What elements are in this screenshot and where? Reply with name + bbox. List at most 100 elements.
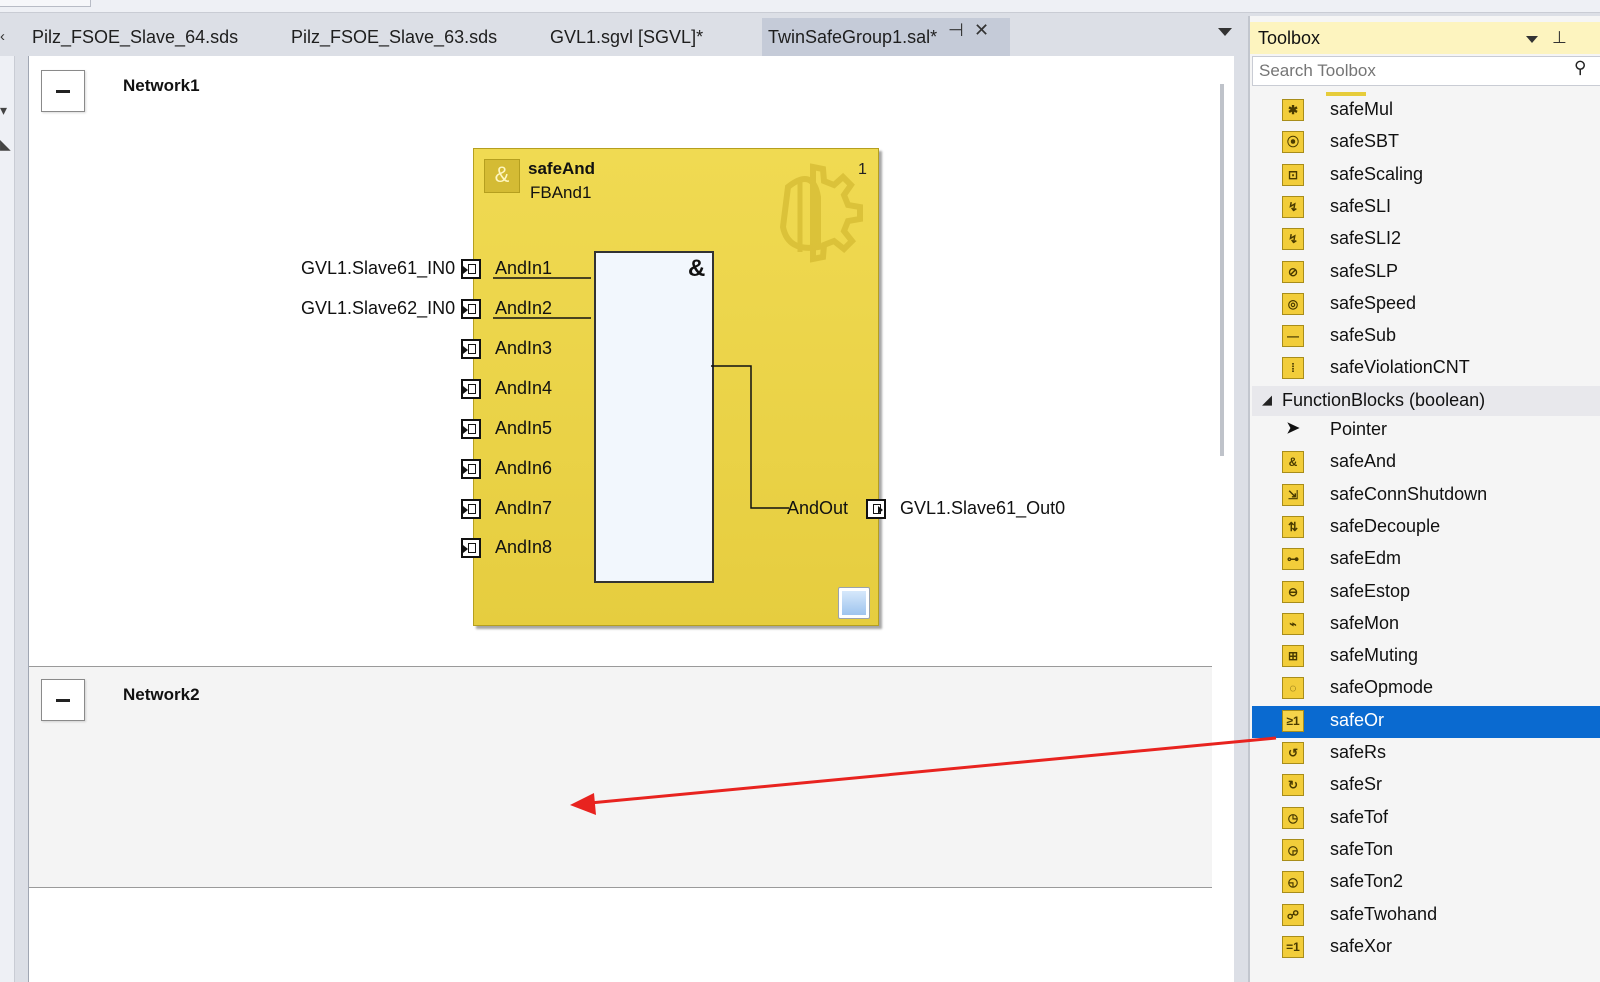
- toolbox-item-safesli[interactable]: ↯ safeSLI: [1252, 192, 1600, 224]
- block-type-name: safeAnd: [528, 159, 596, 178]
- toolbox-item-label: safeScaling: [1330, 163, 1424, 184]
- group-label: FunctionBlocks (boolean): [1282, 390, 1486, 410]
- pin-label-andin4: AndIn4: [495, 378, 553, 398]
- toolbox-item-safeand[interactable]: & safeAnd: [1252, 447, 1600, 479]
- toolbox-item-safesbt[interactable]: ⦿ safeSBT: [1252, 127, 1600, 159]
- muting-icon: ⊞: [1282, 645, 1304, 668]
- conn-shutdown-icon: ⇲: [1282, 483, 1304, 506]
- rs-flipflop-icon: ↺: [1282, 742, 1304, 764]
- pin-label-andin7: AndIn7: [495, 498, 553, 518]
- editor-vertical-scrollbar[interactable]: [1212, 56, 1234, 982]
- output-pin-icon[interactable]: [866, 499, 886, 519]
- toolbox-item-pointer[interactable]: ➤ Pointer: [1252, 415, 1600, 447]
- left-collapse-icon[interactable]: ◣: [0, 136, 11, 153]
- toolbox-item-safeconnshutdown[interactable]: ⇲ safeConnShutdown: [1252, 480, 1600, 512]
- toolbox-item-safescaling[interactable]: ⊡ safeScaling: [1252, 160, 1600, 192]
- toolbox-item-safesr[interactable]: ↻ safeSr: [1252, 770, 1600, 802]
- block-instance-name[interactable]: FBAnd1: [530, 183, 591, 203]
- toolbox-item-label: safeTwohand: [1330, 903, 1438, 924]
- block-resize-icon[interactable]: [838, 587, 870, 619]
- tab-overflow-chevron-icon[interactable]: [1218, 28, 1232, 36]
- input-pin-icon[interactable]: [461, 419, 481, 439]
- left-dropdown-icon[interactable]: ▾: [0, 102, 7, 119]
- pin-tab-icon[interactable]: ⊣: [948, 20, 964, 41]
- toolbox-item-safeton[interactable]: ◶ safeTon: [1252, 835, 1600, 867]
- toolbox-item-safetwohand[interactable]: ☍ safeTwohand: [1252, 900, 1600, 932]
- network1-title: Network1: [123, 76, 200, 95]
- input-variable-andin1[interactable]: GVL1.Slave61_IN0: [301, 258, 455, 279]
- toolbox-search-input[interactable]: [1252, 56, 1600, 86]
- collapse-network1-button[interactable]: [41, 70, 85, 112]
- toolbox-item-safespeed[interactable]: ◎ safeSpeed: [1252, 289, 1600, 321]
- input-pin-icon[interactable]: [461, 459, 481, 479]
- pin-label-andin3: AndIn3: [495, 338, 553, 358]
- and-icon: &: [1282, 451, 1304, 474]
- title-strip: [0, 0, 1600, 13]
- toolbox-item-safemuting[interactable]: ⊞ safeMuting: [1252, 641, 1600, 673]
- input-variable-andin2[interactable]: GVL1.Slave62_IN0: [301, 298, 455, 319]
- strip-dropdown[interactable]: [0, 0, 91, 7]
- toolbox-item-label: safeConnShutdown: [1330, 483, 1488, 504]
- toolbox-item-label: safeSLI2: [1330, 228, 1402, 249]
- toolbox-item-safeestop[interactable]: ⊖ safeEstop: [1252, 577, 1600, 609]
- toolbox-item-safeviolationcnt[interactable]: ⁞ safeViolationCNT: [1252, 353, 1600, 385]
- toolbox-item-label: safeViolationCNT: [1330, 357, 1470, 378]
- toolbox-item-safemul[interactable]: ✱ safeMul: [1252, 95, 1600, 127]
- tab-pilz-slave-63[interactable]: Pilz_FSOE_Slave_63.sds: [285, 18, 503, 56]
- sr-flipflop-icon: ↻: [1282, 774, 1304, 797]
- scrollbar-thumb[interactable]: [1220, 84, 1224, 456]
- input-pin-icon[interactable]: [461, 499, 481, 519]
- toolbox-item-safedecouple[interactable]: ⇅ safeDecouple: [1252, 512, 1600, 544]
- toolbox-item-safesli2[interactable]: ↯ safeSLI2: [1252, 224, 1600, 256]
- expand-triangle-icon[interactable]: ◢: [1262, 392, 1272, 408]
- network2-area[interactable]: Network2: [29, 666, 1213, 888]
- or-icon: ≥1: [1282, 709, 1304, 732]
- toolbox-item-safeedm[interactable]: ⊶ safeEdm: [1252, 544, 1600, 576]
- and-operator-symbol: &: [688, 255, 706, 282]
- timer-on2-icon: ◵: [1282, 871, 1304, 894]
- tab-pilz-slave-64[interactable]: Pilz_FSOE_Slave_64.sds: [26, 18, 244, 56]
- input-pin-icon[interactable]: [461, 259, 481, 279]
- toolbox-item-label: safeMul: [1330, 99, 1394, 119]
- toolbox-item-safemon[interactable]: ⌁ safeMon: [1252, 609, 1600, 641]
- minus-icon: —: [1282, 325, 1304, 348]
- input-pin-icon[interactable]: [461, 379, 481, 399]
- toolbox-item-label: safeRs: [1330, 742, 1387, 762]
- toolbox-item-label: safeSr: [1330, 774, 1383, 795]
- toolbox-item-safeton2[interactable]: ◵ safeTon2: [1252, 867, 1600, 899]
- slp-icon: ⊘: [1282, 260, 1304, 283]
- input-pin-icon[interactable]: [461, 538, 481, 558]
- tab-twinsafegroup1[interactable]: TwinSafeGroup1.sal*: [762, 18, 1010, 56]
- tab-gvl1[interactable]: GVL1.sgvl [SGVL]*: [544, 18, 709, 56]
- left-scroll-arrow-icon[interactable]: ‹: [0, 28, 5, 45]
- input-pin-icon[interactable]: [461, 299, 481, 319]
- toolbox-group-functionblocks-boolean[interactable]: ◢ FunctionBlocks (boolean): [1252, 386, 1600, 416]
- toolbox-item-label: safeMuting: [1330, 645, 1419, 666]
- input-pin-icon[interactable]: [461, 339, 481, 359]
- sli2-icon: ↯: [1282, 228, 1304, 251]
- toolbox-menu-chevron-icon[interactable]: [1526, 36, 1538, 43]
- toolbox-item-safesub[interactable]: — safeSub: [1252, 321, 1600, 353]
- toolbox-pin-icon[interactable]: ⊥: [1552, 28, 1567, 48]
- output-variable-andout[interactable]: GVL1.Slave61_Out0: [900, 498, 1065, 519]
- close-tab-icon[interactable]: ✕: [974, 20, 989, 41]
- toolbox-item-label: safeEdm: [1330, 548, 1402, 569]
- toolbox-item-label: Pointer: [1330, 419, 1388, 439]
- scaling-icon: ⊡: [1282, 163, 1304, 186]
- pointer-icon: ➤: [1286, 420, 1300, 437]
- toolbox-item-safers[interactable]: ↺ safeRs: [1252, 738, 1600, 770]
- toolbox-item-label: safeDecouple: [1330, 515, 1441, 536]
- toolbox-item-safexor[interactable]: =1 safeXor: [1252, 932, 1600, 964]
- collapse-network2-button[interactable]: [41, 679, 85, 721]
- fbd-editor-canvas[interactable]: Network1 & safeAnd FBAnd1 1 & AndIn1 GVL…: [28, 56, 1213, 982]
- toolbox-item-label: safeOpmode: [1330, 677, 1434, 698]
- toolbox-item-safeopmode[interactable]: ◌ safeOpmode: [1252, 673, 1600, 705]
- toolbox-item-safeor[interactable]: ≥1 safeOr: [1252, 705, 1600, 738]
- toolbox-item-safeslp[interactable]: ⊘ safeSLP: [1252, 257, 1600, 289]
- pin-label-andin2: AndIn2: [495, 298, 553, 318]
- left-panel-edge: ▾ ◣: [0, 56, 15, 982]
- toolbox-item-label: safeSBT: [1330, 131, 1400, 152]
- search-icon[interactable]: ⚲: [1574, 58, 1586, 78]
- toolbox-item-safetof[interactable]: ◷ safeTof: [1252, 803, 1600, 835]
- toolbox-item-label: safeTof: [1330, 806, 1389, 827]
